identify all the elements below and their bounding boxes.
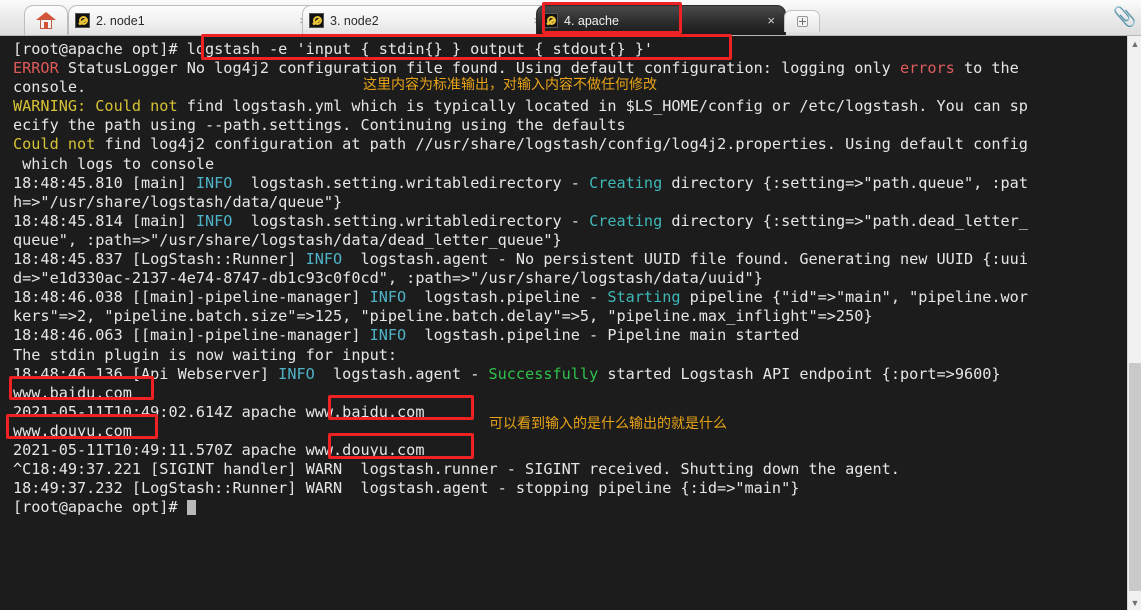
terminal-line: kers"=>2, "pipeline.batch.size"=>125, "p… xyxy=(13,307,1127,326)
terminal-text: www.baidu.com xyxy=(13,383,132,402)
terminal-text: 18:48:46.038 [[main]-pipeline-manager] xyxy=(13,288,370,307)
terminal-line: 18:48:46.063 [[main]-pipeline-manager] I… xyxy=(13,326,1127,345)
terminal-line: 18:48:45.837 [LogStash::Runner] INFO log… xyxy=(13,250,1127,269)
terminal-line: 18:48:46.038 [[main]-pipeline-manager] I… xyxy=(13,288,1127,307)
terminal-line: www.baidu.com xyxy=(13,384,1127,403)
terminal-text: INFO xyxy=(195,173,233,192)
terminal-text: logstash.pipeline - Pipeline main starte… xyxy=(406,326,800,345)
terminal-line: WARNING: Could not find logstash.yml whi… xyxy=(13,97,1127,116)
terminal-text: logstash.setting.writabledirectory - xyxy=(232,211,590,230)
terminal-cursor xyxy=(186,500,196,516)
terminal-text: console. xyxy=(13,78,87,97)
terminal-text: www.douyu.com xyxy=(13,421,132,440)
paperclip-icon[interactable]: 📎 xyxy=(1113,8,1137,30)
terminal-line: 18:49:37.232 [LogStash::Runner] WARN log… xyxy=(13,479,1127,498)
wrench-icon xyxy=(309,13,324,28)
terminal-text: WARNING: Could not xyxy=(13,97,178,116)
terminal-scrollbar[interactable]: ▲ ▼ xyxy=(1127,36,1141,610)
terminal-text: 18:48:45.814 [main] xyxy=(13,211,196,230)
terminal-text: Starting xyxy=(607,288,681,307)
tab-label: 3. node2 xyxy=(330,13,379,28)
terminal-text: directory {:setting=>"path.dead_letter_ xyxy=(662,211,1028,230)
terminal-line: ecify the path using --path.settings. Co… xyxy=(13,116,1127,135)
terminal-text: ERROR xyxy=(13,59,59,78)
terminal-line: 18:48:45.814 [main] INFO logstash.settin… xyxy=(13,212,1127,231)
terminal-line: h=>"/usr/share/logstash/data/queue"} xyxy=(13,193,1127,212)
terminal-text: logstash -e 'input { stdin{} } output { … xyxy=(186,40,654,58)
terminal-line: queue", :path=>"/usr/share/logstash/data… xyxy=(13,231,1127,250)
terminal-text: kers"=>2, "pipeline.batch.size"=>125, "p… xyxy=(13,307,873,326)
terminal-text: logstash.agent - xyxy=(314,364,489,383)
wrench-icon xyxy=(75,13,90,28)
terminal-text: find logstash.yml which is typically loc… xyxy=(177,97,1028,116)
terminal-text: logstash.pipeline - xyxy=(406,288,608,307)
terminal-text: logstash.agent - No persistent UUID file… xyxy=(342,250,1028,269)
terminal-text: h=>"/usr/share/logstash/data/queue"} xyxy=(13,192,343,211)
terminal-panel: [root@apache opt]# logstash -e 'input { … xyxy=(0,36,1141,610)
terminal-text: 18:48:45.837 [LogStash::Runner] xyxy=(13,250,306,269)
terminal-text: 18:49:37.232 [LogStash::Runner] WARN log… xyxy=(13,479,800,498)
plus-icon xyxy=(796,16,808,27)
terminal-line: ^C18:49:37.221 [SIGINT handler] WARN log… xyxy=(13,460,1127,479)
tab-node1[interactable]: 2. node1 × xyxy=(68,5,318,35)
terminal-text: ecify the path using --path.settings. Co… xyxy=(13,116,626,135)
terminal-line: [root@apache opt]# logstash -e 'input { … xyxy=(13,40,1127,59)
terminal-text: 2021-05-11T10:49:02.614Z apache www.baid… xyxy=(13,402,425,421)
tab-label: 4. apache xyxy=(564,13,619,28)
tab-label: 2. node1 xyxy=(96,13,145,28)
terminal-line: 18:48:45.810 [main] INFO logstash.settin… xyxy=(13,174,1127,193)
wrench-icon xyxy=(543,13,558,28)
terminal-text: to the xyxy=(954,59,1019,78)
terminal-text: INFO xyxy=(369,326,407,345)
terminal-text: Creating xyxy=(589,211,663,230)
terminal-text: which logs to console xyxy=(13,154,215,173)
terminal-text: INFO xyxy=(369,288,407,307)
terminal-text: directory {:setting=>"path.queue", :pat xyxy=(662,173,1028,192)
terminal-line: The stdin plugin is now waiting for inpu… xyxy=(13,346,1127,365)
home-icon xyxy=(36,11,56,30)
scroll-up-icon[interactable]: ▲ xyxy=(1128,36,1141,51)
home-tab[interactable] xyxy=(24,5,68,35)
scroll-down-icon[interactable]: ▼ xyxy=(1128,595,1141,610)
terminal-text: d=>"e1d330ac-2137-4e74-8747-db1c93c0f0cd… xyxy=(13,269,763,288)
terminal-line: [root@apache opt]# xyxy=(13,498,1127,517)
terminal-text: Creating xyxy=(589,173,663,192)
terminal-text: logstash.setting.writabledirectory - xyxy=(232,173,590,192)
terminal-text: errors xyxy=(899,59,955,78)
terminal-text: The stdin plugin is now waiting for inpu… xyxy=(13,345,398,364)
terminal-text: 2021-05-11T10:49:11.570Z apache www.douy… xyxy=(13,440,425,459)
annotation-echo-note: 可以看到输入的是什么输出的就是什么 xyxy=(489,416,727,432)
terminal-text: queue", :path=>"/usr/share/logstash/data… xyxy=(13,230,562,249)
terminal-text: INFO xyxy=(305,250,343,269)
terminal-text: pipeline {"id"=>"main", "pipeline.wor xyxy=(680,288,1028,307)
close-icon[interactable]: × xyxy=(755,14,779,27)
terminal-output[interactable]: [root@apache opt]# logstash -e 'input { … xyxy=(0,36,1127,610)
tab-node2[interactable]: 3. node2 × xyxy=(302,5,552,35)
scrollbar-thumb[interactable] xyxy=(1129,363,1141,591)
terminal-text: Could not xyxy=(13,135,96,154)
terminal-text: Successfully xyxy=(488,364,599,383)
tab-apache[interactable]: 4. apache × xyxy=(536,5,786,35)
terminal-line: which logs to console xyxy=(13,155,1127,174)
terminal-text: [root@apache opt]# xyxy=(13,40,187,58)
terminal-text: 18:48:45.810 [main] xyxy=(13,173,196,192)
terminal-text: INFO xyxy=(278,364,315,383)
new-tab-button[interactable] xyxy=(784,10,820,32)
terminal-text: [root@apache opt]# xyxy=(13,498,187,517)
terminal-text: 18:48:46.136 [Api Webserver] xyxy=(13,364,279,383)
annotation-stdout-note: 这里内容为标准输出，对输入内容不做任何修改 xyxy=(363,77,657,93)
terminal-text: find log4j2 configuration at path //usr/… xyxy=(95,135,1028,154)
terminal-line: d=>"e1d330ac-2137-4e74-8747-db1c93c0f0cd… xyxy=(13,269,1127,288)
terminal-line: 18:48:46.136 [Api Webserver] INFO logsta… xyxy=(13,365,1127,384)
terminal-text: started Logstash API endpoint {:port=>96… xyxy=(598,364,1001,383)
tab-bar: 2. node1 × 3. node2 × 4. apache × 📎 xyxy=(0,0,1141,36)
terminal-text: INFO xyxy=(195,211,233,230)
terminal-line: Could not find log4j2 configuration at p… xyxy=(13,135,1127,154)
terminal-text: 18:48:46.063 [[main]-pipeline-manager] xyxy=(13,326,370,345)
terminal-line: 2021-05-11T10:49:11.570Z apache www.douy… xyxy=(13,441,1127,460)
terminal-text: ^C18:49:37.221 [SIGINT handler] WARN log… xyxy=(13,460,900,479)
